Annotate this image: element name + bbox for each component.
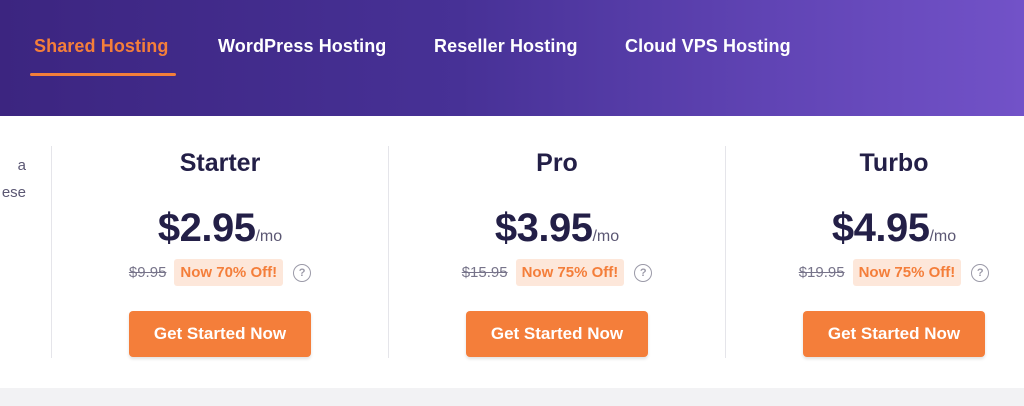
- features-text-line: ese: [1, 184, 26, 201]
- discount-badge: Now 70% Off!: [174, 259, 284, 286]
- features-text-line: a: [17, 157, 26, 174]
- price-row: $2.95/mo: [52, 206, 388, 251]
- help-icon[interactable]: ?: [634, 263, 653, 282]
- price-row: $4.95/mo: [726, 206, 1024, 251]
- plan-card-starter: Starter $2.95/mo $9.95 Now 70% Off! ? Ge…: [52, 116, 388, 388]
- price-period: /mo: [592, 228, 620, 245]
- plan-name: Starter: [179, 149, 261, 177]
- tab-shared-hosting[interactable]: Shared Hosting: [34, 36, 168, 57]
- hosting-tabs: Shared Hosting WordPress Hosting Reselle…: [0, 0, 1024, 116]
- plan-card-turbo: Turbo $4.95/mo $19.95 Now 75% Off! ? Get…: [726, 116, 1024, 388]
- price-period: /mo: [929, 228, 957, 245]
- price-period: /mo: [255, 228, 283, 245]
- tab-reseller-hosting[interactable]: Reseller Hosting: [434, 36, 578, 57]
- help-icon[interactable]: ?: [293, 263, 312, 282]
- tab-cloud-vps-hosting[interactable]: Cloud VPS Hosting: [625, 36, 791, 57]
- discount-badge: Now 75% Off!: [515, 259, 625, 286]
- tab-wordpress-hosting[interactable]: WordPress Hosting: [218, 36, 386, 57]
- features-column-text: a ese: [0, 152, 26, 206]
- pricing-page: Shared Hosting WordPress Hosting Reselle…: [0, 0, 1024, 406]
- plan-name: Pro: [536, 149, 578, 177]
- plan-card-pro: Pro $3.95/mo $15.95 Now 75% Off! ? Get S…: [389, 116, 725, 388]
- hosting-type-header: Shared Hosting WordPress Hosting Reselle…: [0, 0, 1024, 116]
- get-started-button[interactable]: Get Started Now: [466, 311, 648, 357]
- plan-price: $3.95: [494, 206, 593, 250]
- discount-row: $19.95 Now 75% Off! ?: [726, 259, 1024, 286]
- help-icon[interactable]: ?: [971, 263, 990, 282]
- original-price: $9.95: [128, 264, 167, 281]
- plan-name: Turbo: [859, 149, 929, 177]
- original-price: $15.95: [461, 264, 508, 281]
- discount-row: $15.95 Now 75% Off! ?: [389, 259, 725, 286]
- active-tab-indicator: [30, 73, 176, 76]
- plan-price: $4.95: [831, 206, 930, 250]
- price-row: $3.95/mo: [389, 206, 725, 251]
- discount-row: $9.95 Now 70% Off! ?: [52, 259, 388, 286]
- discount-badge: Now 75% Off!: [852, 259, 962, 286]
- plan-price: $2.95: [157, 206, 256, 250]
- get-started-button[interactable]: Get Started Now: [803, 311, 985, 357]
- get-started-button[interactable]: Get Started Now: [129, 311, 311, 357]
- plans-panel: a ese Starter $2.95/mo $9.95 Now 70% Off…: [0, 116, 1024, 388]
- original-price: $19.95: [798, 264, 845, 281]
